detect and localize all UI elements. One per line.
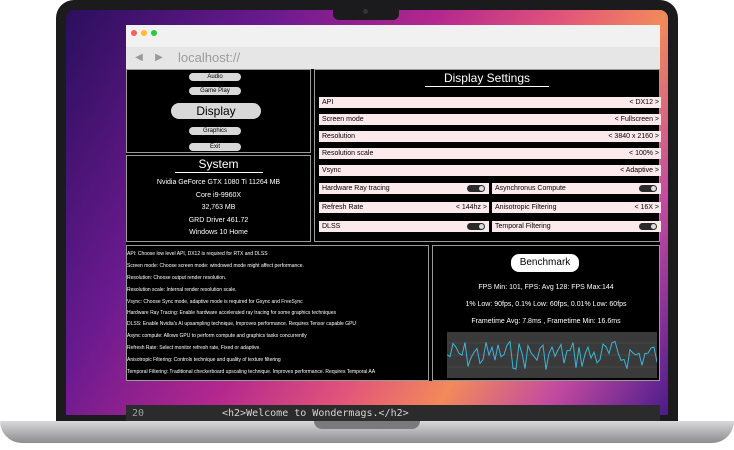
fps-stats: FPS Min: 101, FPS: Avg 128: FPS Max:144	[478, 284, 614, 291]
help-line: Screen mode: Choose screen mode: windowe…	[127, 263, 304, 269]
async-compute-row[interactable]: Asynchronus Compute	[492, 183, 661, 194]
api-label: API	[322, 99, 334, 106]
help-line: Async compute: Allows GPU to perform com…	[127, 333, 307, 339]
resolution-row[interactable]: Resolution < 3840 x 2160 >	[319, 131, 661, 142]
resolution-label: Resolution	[322, 133, 356, 140]
audio-button[interactable]: Audio	[189, 73, 241, 81]
address-input[interactable]: localhost://	[178, 49, 654, 67]
help-panel: API: Choose low level API, DX12 is requi…	[126, 245, 429, 381]
async-compute-toggle[interactable]	[639, 185, 657, 192]
anisotropic-row[interactable]: Anisotropic Filtering < 16X >	[492, 202, 661, 213]
minimize-icon[interactable]	[141, 30, 147, 36]
anisotropic-selector[interactable]: < 16X >	[634, 202, 659, 213]
refresh-rate-row[interactable]: Refresh Rate < 144hz >	[319, 202, 489, 213]
code-line: <h2>Welcome to Wondermags.</h2>	[222, 408, 409, 419]
help-line: Resolution scale: Internal render resolu…	[127, 287, 237, 293]
dlss-row[interactable]: DLSS	[319, 221, 489, 232]
temporal-filtering-row[interactable]: Temporal Filtering	[492, 221, 661, 232]
divider	[175, 172, 263, 173]
title-bar	[126, 25, 660, 47]
benchmark-panel: Benchmark FPS Min: 101, FPS: Avg 128: FP…	[432, 245, 660, 381]
graphics-button[interactable]: Graphics	[189, 127, 241, 135]
help-line: Temporal Filtering: Traditional checkerb…	[127, 369, 376, 375]
frametime-stats: Frametime Avg: 7.8ms , Frametime Min: 16…	[471, 318, 621, 325]
api-row[interactable]: API < DX12 >	[319, 97, 661, 108]
async-compute-label: Asynchronus Compute	[495, 185, 566, 192]
gpu-text: Nvidia GeForce GTX 1080 Ti 11264 MB	[156, 179, 281, 186]
help-line: DLSS: Enable Nvidia's AI upsampling tech…	[127, 321, 357, 327]
refresh-rate-selector[interactable]: < 144hz >	[456, 202, 487, 213]
browser-window: ◀ ▶ localhost:// Audio Game Play Display…	[126, 25, 661, 425]
ray-tracing-row[interactable]: Hardware Ray tracing	[319, 183, 489, 194]
zoom-icon[interactable]	[151, 30, 157, 36]
help-line: Anisotropic Filtering: Controls techniqu…	[127, 357, 281, 363]
resolution-scale-row[interactable]: Resolution scale < 100% >	[319, 148, 661, 159]
vsync-row[interactable]: Vsync < Adaptive >	[319, 165, 661, 176]
frametime-graph	[447, 332, 657, 378]
display-button[interactable]: Display	[171, 103, 261, 119]
close-icon[interactable]	[131, 30, 137, 36]
forward-icon[interactable]: ▶	[152, 52, 166, 64]
screen-mode-row[interactable]: Screen mode < Fullscreen >	[319, 114, 661, 125]
help-line: Vsync: Choose Sync mode, adaptive mode i…	[127, 299, 303, 305]
resolution-selector[interactable]: < 3840 x 2160 >	[608, 131, 659, 142]
screen-mode-selector[interactable]: < Fullscreen >	[615, 114, 659, 125]
dlss-toggle[interactable]	[467, 223, 485, 230]
cpu-text: Core i9-9960X	[195, 192, 242, 199]
help-line: Hardware Ray Tracing: Enable hardware ac…	[127, 310, 336, 316]
dlss-label: DLSS	[322, 223, 341, 230]
back-icon[interactable]: ◀	[132, 52, 146, 64]
driver-text: GRD Driver 461.72	[188, 217, 249, 224]
resolution-scale-label: Resolution scale	[322, 150, 374, 157]
low-stats: 1% Low: 90fps, 0.1% Low: 60fps, 0.01% Lo…	[465, 301, 627, 308]
exit-button[interactable]: Exit	[189, 143, 241, 151]
menu-panel: Audio Game Play Display Graphics Exit	[126, 69, 311, 153]
ray-tracing-label: Hardware Ray tracing	[322, 185, 390, 192]
camera-icon	[363, 9, 368, 14]
system-panel: System Nvidia GeForce GTX 1080 Ti 11264 …	[126, 155, 311, 242]
help-line: API: Choose low level API, DX12 is requi…	[127, 251, 268, 257]
vsync-selector[interactable]: < Adaptive >	[620, 165, 659, 176]
display-settings-title: Display Settings	[443, 71, 531, 85]
help-line: Refresh Rate: Select monitor refresh rat…	[127, 345, 261, 351]
os-text: Windows 10 Home	[189, 229, 248, 236]
benchmark-button[interactable]: Benchmark	[511, 254, 579, 272]
vsync-label: Vsync	[322, 167, 342, 174]
temporal-filtering-label: Temporal Filtering	[495, 223, 551, 230]
ray-tracing-toggle[interactable]	[467, 185, 485, 192]
refresh-rate-label: Refresh Rate	[322, 204, 364, 211]
api-selector[interactable]: < DX12 >	[629, 97, 659, 108]
divider	[425, 86, 549, 87]
line-number: 20	[132, 408, 145, 419]
gameplay-button[interactable]: Game Play	[189, 87, 241, 95]
system-title: System	[198, 157, 239, 171]
ram-text: 32,763 MB	[201, 204, 236, 211]
resolution-scale-selector[interactable]: < 100% >	[629, 148, 659, 159]
trackpad-notch	[314, 421, 420, 429]
temporal-filtering-toggle[interactable]	[639, 223, 657, 230]
anisotropic-label: Anisotropic Filtering	[495, 204, 557, 211]
screen-mode-label: Screen mode	[322, 116, 364, 123]
page-content: Audio Game Play Display Graphics Exit Sy…	[126, 69, 661, 425]
address-bar-row: ◀ ▶ localhost://	[126, 47, 660, 69]
display-settings-panel: Display Settings API < DX12 > Screen mod…	[314, 69, 661, 242]
help-line: Resolution: Choose output render resolut…	[127, 275, 227, 281]
